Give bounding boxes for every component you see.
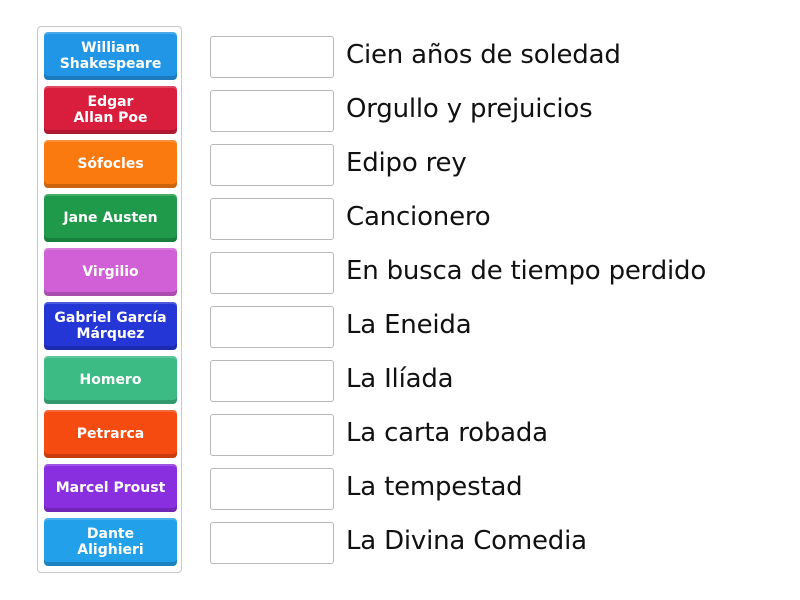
author-tile[interactable]: Petrarca — [44, 410, 177, 458]
author-tile[interactable]: William Shakespeare — [44, 32, 177, 80]
drop-slot[interactable] — [210, 252, 334, 294]
author-tile[interactable]: Marcel Proust — [44, 464, 177, 512]
drop-slot[interactable] — [210, 144, 334, 186]
author-tile-label: Dante Alighieri — [77, 526, 143, 558]
author-tile-label: Petrarca — [77, 426, 144, 442]
drop-slot[interactable] — [210, 414, 334, 456]
author-tile-label-line: Allan Poe — [73, 110, 148, 126]
author-tile-tray: William Shakespeare Edgar Allan Poe Sófocles… — [37, 26, 182, 573]
author-tile[interactable]: Virgilio — [44, 248, 177, 296]
author-tile[interactable]: Jane Austen — [44, 194, 177, 242]
author-tile-label-line: Marcel Proust — [55, 480, 166, 496]
drop-slot[interactable] — [210, 306, 334, 348]
author-tile-label: Jane Austen — [63, 210, 157, 226]
author-tile-label-line: Márquez — [76, 326, 145, 342]
author-tile-label: William Shakespeare — [60, 40, 162, 72]
author-tile-label-line: Edgar — [87, 94, 134, 110]
work-title: La Ilíada — [346, 364, 454, 394]
drop-slot[interactable] — [210, 522, 334, 564]
work-title: Orgullo y prejuicios — [346, 94, 593, 124]
work-title: La carta robada — [346, 418, 548, 448]
author-tile-label-line: Petrarca — [76, 426, 145, 442]
author-tile-label-line: Dante — [86, 526, 135, 542]
author-tile-label-line: Homero — [79, 372, 142, 388]
author-tile-label-line: Jane Austen — [63, 210, 158, 226]
work-title: En busca de tiempo perdido — [346, 256, 707, 286]
author-tile-label: Edgar Allan Poe — [73, 94, 147, 126]
drop-slot[interactable] — [210, 468, 334, 510]
work-title: La Divina Comedia — [346, 526, 587, 556]
author-tile-label-line: Virgilio — [82, 264, 139, 280]
work-title: La tempestad — [346, 472, 523, 502]
work-title: La Eneida — [346, 310, 472, 340]
author-tile-label: Virgilio — [82, 264, 138, 280]
drop-slot[interactable] — [210, 36, 334, 78]
drop-slot[interactable] — [210, 360, 334, 402]
work-title: Cancionero — [346, 202, 491, 232]
author-tile-label-line: William — [81, 40, 140, 56]
author-tile-label-line: Alighieri — [77, 542, 144, 558]
author-tile-label-line: Gabriel García — [54, 310, 167, 326]
work-title: Edipo rey — [346, 148, 467, 178]
author-tile-label: Homero — [80, 372, 142, 388]
author-tile[interactable]: Dante Alighieri — [44, 518, 177, 566]
author-tile[interactable]: Homero — [44, 356, 177, 404]
author-tile-label-line: Sófocles — [77, 156, 144, 172]
author-tile-label-line: Shakespeare — [59, 56, 162, 72]
work-title: Cien años de soledad — [346, 40, 621, 70]
drop-slot[interactable] — [210, 198, 334, 240]
author-tile-label: Marcel Proust — [56, 480, 166, 496]
author-tile[interactable]: Sófocles — [44, 140, 177, 188]
author-tile[interactable]: Edgar Allan Poe — [44, 86, 177, 134]
author-tile-label: Gabriel García Márquez — [54, 310, 166, 342]
drop-slot[interactable] — [210, 90, 334, 132]
author-tile-label: Sófocles — [77, 156, 143, 172]
author-tile[interactable]: Gabriel García Márquez — [44, 302, 177, 350]
